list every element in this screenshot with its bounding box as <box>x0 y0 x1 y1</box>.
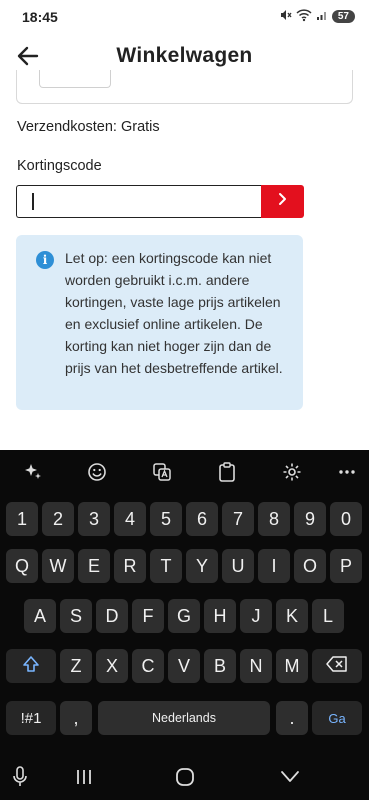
symbols-key[interactable]: !#1 <box>6 701 56 735</box>
on-screen-keyboard: 1 2 3 4 5 6 7 8 9 0 Q W E R T Y U I O P … <box>0 450 369 755</box>
comma-key[interactable]: , <box>60 701 92 735</box>
key-y[interactable]: Y <box>186 549 218 583</box>
notice-text: Let op: een kortingscode kan niet worden… <box>65 250 283 376</box>
key-p[interactable]: P <box>330 549 362 583</box>
key-2[interactable]: 2 <box>42 502 74 536</box>
period-key[interactable]: . <box>276 701 308 735</box>
discount-notice: i Let op: een kortingscode kan niet word… <box>16 235 303 410</box>
key-b[interactable]: B <box>204 649 236 683</box>
info-icon: i <box>36 251 54 269</box>
backspace-icon <box>326 655 348 677</box>
key-l[interactable]: L <box>312 599 344 633</box>
discount-submit-button[interactable] <box>261 185 304 218</box>
key-8[interactable]: 8 <box>258 502 290 536</box>
shift-key[interactable] <box>6 649 56 683</box>
key-c[interactable]: C <box>132 649 164 683</box>
discount-code-input[interactable] <box>16 185 261 218</box>
text-cursor <box>32 193 34 210</box>
key-3[interactable]: 3 <box>78 502 110 536</box>
key-t[interactable]: T <box>150 549 182 583</box>
key-j[interactable]: J <box>240 599 272 633</box>
battery-indicator: 57 <box>331 10 355 23</box>
status-bar: 18:45 57 <box>0 0 369 36</box>
key-n[interactable]: N <box>240 649 272 683</box>
key-o[interactable]: O <box>294 549 326 583</box>
key-7[interactable]: 7 <box>222 502 254 536</box>
clipboard-icon[interactable] <box>214 459 240 485</box>
key-v[interactable]: V <box>168 649 200 683</box>
space-key[interactable]: Nederlands <box>98 701 270 735</box>
key-4[interactable]: 4 <box>114 502 146 536</box>
mute-icon <box>278 8 292 25</box>
key-x[interactable]: X <box>96 649 128 683</box>
key-s[interactable]: S <box>60 599 92 633</box>
key-6[interactable]: 6 <box>186 502 218 536</box>
cart-item-card <box>16 70 353 104</box>
home-icon[interactable] <box>173 765 197 789</box>
key-1[interactable]: 1 <box>6 502 38 536</box>
discount-code-label: Kortingscode <box>17 158 102 174</box>
emoji-icon[interactable] <box>84 459 110 485</box>
key-r[interactable]: R <box>114 549 146 583</box>
shipping-cost: Verzendkosten: Gratis <box>17 119 160 135</box>
status-time: 18:45 <box>22 9 58 25</box>
key-g[interactable]: G <box>168 599 200 633</box>
key-z[interactable]: Z <box>60 649 92 683</box>
wifi-icon <box>296 8 312 25</box>
more-icon[interactable] <box>334 459 360 485</box>
key-a[interactable]: A <box>24 599 56 633</box>
keyboard-mic-icon[interactable] <box>8 765 32 789</box>
key-u[interactable]: U <box>222 549 254 583</box>
key-m[interactable]: M <box>276 649 308 683</box>
signal-icon <box>316 9 328 24</box>
key-k[interactable]: K <box>276 599 308 633</box>
settings-icon[interactable] <box>279 459 305 485</box>
key-9[interactable]: 9 <box>294 502 326 536</box>
keyboard-toolbar <box>0 450 369 494</box>
status-icons: 57 <box>278 8 355 25</box>
key-5[interactable]: 5 <box>150 502 182 536</box>
key-f[interactable]: F <box>132 599 164 633</box>
sparkle-icon[interactable] <box>20 459 46 485</box>
key-w[interactable]: W <box>42 549 74 583</box>
key-q[interactable]: Q <box>6 549 38 583</box>
navigation-bar <box>0 755 369 800</box>
key-e[interactable]: E <box>78 549 110 583</box>
chevron-right-icon <box>277 192 289 211</box>
key-h[interactable]: H <box>204 599 236 633</box>
backspace-key[interactable] <box>312 649 362 683</box>
shift-icon <box>21 654 41 679</box>
key-i[interactable]: I <box>258 549 290 583</box>
back-down-icon[interactable] <box>278 765 302 789</box>
page-title: Winkelwagen <box>116 44 253 67</box>
quantity-box[interactable] <box>39 70 111 88</box>
recents-icon[interactable] <box>72 765 96 789</box>
translate-icon[interactable] <box>149 459 175 485</box>
go-key[interactable]: Ga <box>312 701 362 735</box>
key-d[interactable]: D <box>96 599 128 633</box>
key-0[interactable]: 0 <box>330 502 362 536</box>
